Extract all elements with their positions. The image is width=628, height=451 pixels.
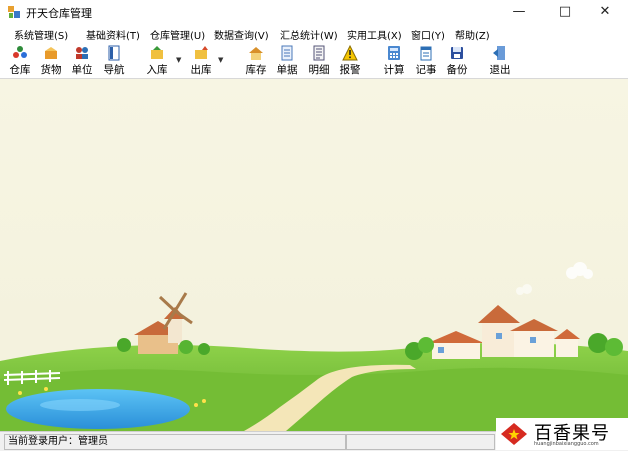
backup-disk-icon bbox=[451, 47, 463, 59]
toolbar-calculate-button[interactable]: 计算 bbox=[379, 44, 409, 76]
toolbar-label: 退出 bbox=[489, 64, 511, 76]
watermark: 百香果号 huangjinbaixiangguo.com bbox=[496, 418, 628, 450]
menu-data-query[interactable]: 数据查询(V) bbox=[214, 27, 269, 42]
units-people-icon bbox=[76, 47, 88, 59]
watermark-logo-icon bbox=[501, 423, 527, 445]
toolbar-exit-button[interactable]: 退出 bbox=[485, 44, 515, 76]
minimize-icon: — bbox=[512, 4, 526, 19]
toolbar-details-button[interactable]: 明细 bbox=[304, 44, 334, 76]
status-current-user: 当前登录用户：管理员 bbox=[4, 434, 346, 450]
toolbar-label: 备份 bbox=[446, 64, 468, 76]
watermark-url: huangjinbaixiangguo.com bbox=[534, 441, 599, 447]
notepad-icon bbox=[420, 46, 432, 61]
warehouse-users-icon bbox=[13, 46, 27, 58]
window-title: 开天仓库管理 bbox=[26, 7, 92, 20]
stock-out-icon bbox=[195, 46, 208, 59]
toolbar-units-button[interactable]: 单位 bbox=[67, 44, 97, 76]
toolbar-goods-button[interactable]: 货物 bbox=[36, 44, 66, 76]
menu-window[interactable]: 窗口(Y) bbox=[411, 27, 445, 42]
toolbar-warehouse-button[interactable]: 仓库 bbox=[5, 44, 35, 76]
status-user-text: 当前登录用户：管理员 bbox=[8, 436, 108, 447]
app-logo-icon bbox=[8, 6, 20, 18]
stock-in-dropdown-arrow[interactable]: ▼ bbox=[176, 56, 181, 64]
toolbar-notes-button[interactable]: 记事 bbox=[411, 44, 441, 76]
menu-warehouse[interactable]: 仓库管理(U) bbox=[150, 27, 205, 42]
status-panel-empty bbox=[346, 434, 495, 450]
toolbar-navigation-button[interactable]: 导航 bbox=[99, 44, 129, 76]
toolbar-label: 报警 bbox=[339, 64, 361, 76]
inventory-house-icon bbox=[249, 47, 263, 60]
close-icon: ✕ bbox=[599, 4, 611, 19]
warning-icon bbox=[342, 45, 358, 61]
menu-basic-data[interactable]: 基础资料(T) bbox=[86, 27, 140, 42]
toolbar-inventory-button[interactable]: 库存 bbox=[241, 44, 271, 76]
menu-help[interactable]: 帮助(Z) bbox=[455, 27, 490, 42]
toolbar: 仓库 货物 单位 导航 入库 ▼ 出库 ▼ 库存 单据 明细 报警 计算 记事 … bbox=[0, 42, 628, 79]
menu-system[interactable]: 系统管理(S) bbox=[14, 27, 68, 42]
close-button[interactable]: ✕ bbox=[582, 0, 628, 24]
toolbar-alarm-button[interactable]: 报警 bbox=[335, 44, 365, 76]
menu-summary-stats[interactable]: 汇总统计(W) bbox=[280, 27, 338, 42]
exit-door-icon bbox=[493, 46, 505, 60]
maximize-icon: □ bbox=[558, 4, 572, 19]
document-list-icon bbox=[281, 45, 293, 61]
landscape-illustration bbox=[0, 79, 628, 431]
minimize-button[interactable]: — bbox=[496, 0, 542, 24]
main-background bbox=[0, 79, 628, 431]
toolbar-documents-button[interactable]: 单据 bbox=[272, 44, 302, 76]
toolbar-label: 入库 bbox=[146, 64, 168, 76]
title-bar: 开天仓库管理 — □ ✕ bbox=[0, 0, 628, 24]
toolbar-backup-button[interactable]: 备份 bbox=[442, 44, 472, 76]
menu-tools[interactable]: 实用工具(X) bbox=[347, 27, 402, 42]
pond-highlight bbox=[40, 399, 120, 411]
toolbar-label: 导航 bbox=[103, 64, 125, 76]
stock-in-icon bbox=[151, 46, 163, 59]
menu-bar: 系统管理(S) 基础资料(T) 仓库管理(U) 数据查询(V) 汇总统计(W) … bbox=[0, 24, 628, 42]
stock-out-dropdown-arrow[interactable]: ▼ bbox=[218, 56, 223, 64]
toolbar-stock-in-button[interactable]: 入库 bbox=[142, 44, 172, 76]
toolbar-stock-out-button[interactable]: 出库 bbox=[186, 44, 216, 76]
toolbar-label: 出库 bbox=[190, 64, 212, 76]
goods-box-icon bbox=[45, 47, 57, 59]
calculator-icon bbox=[388, 46, 400, 60]
navigation-panel-icon bbox=[108, 45, 120, 61]
detail-list-icon bbox=[313, 45, 325, 61]
